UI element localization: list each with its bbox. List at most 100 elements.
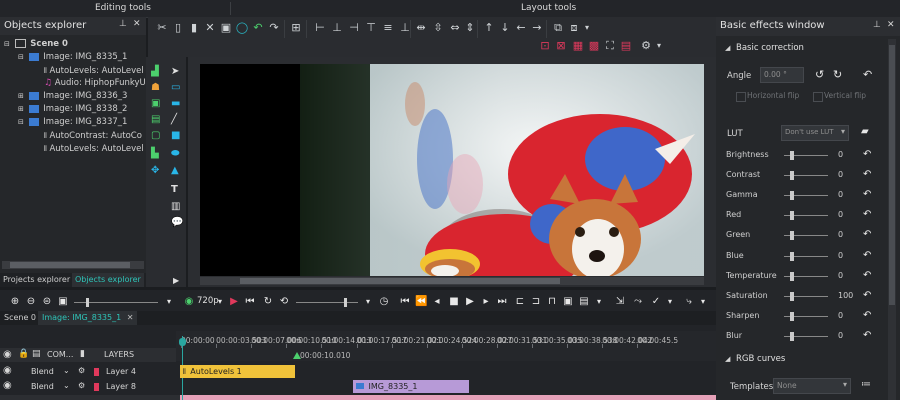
slider-row-saturation[interactable]: Saturation 100 ↶ (726, 290, 876, 304)
distribute-v-icon[interactable]: ⇳ (431, 21, 445, 35)
play-preview-icon[interactable]: ▶ (228, 296, 240, 308)
slider-value[interactable]: 0 (838, 311, 843, 320)
slider-row-brightness[interactable]: Brightness 0 ↶ (726, 149, 876, 163)
layer-settings-icon[interactable]: ⚙ (78, 381, 85, 390)
tree-item-effect[interactable]: 𝍪 AutoLevels: AutoLevel (44, 142, 144, 155)
templates-select[interactable]: None ▾ (773, 378, 851, 394)
folder-icon[interactable]: ▰ (861, 126, 869, 137)
section-collapse-icon[interactable]: ◢ (725, 44, 730, 52)
tree-item-scene[interactable]: ⊟ Scene 0 (4, 38, 68, 51)
check-icon[interactable]: ✓ (650, 296, 662, 308)
collapse-icon[interactable]: ⊞ (18, 105, 24, 113)
collapse-icon[interactable]: ⊞ (18, 92, 24, 100)
overlay-icon[interactable]: ▤ (619, 39, 633, 53)
slider-value[interactable]: 0 (838, 210, 843, 219)
slider-knob[interactable] (790, 151, 794, 160)
slider-value[interactable]: 0 (838, 170, 843, 179)
video-canvas[interactable] (200, 64, 704, 276)
slider-row-red[interactable]: Red 0 ↶ (726, 209, 876, 223)
slider-value[interactable]: 0 (838, 251, 843, 260)
subtitle-tool-icon[interactable]: ▥ (171, 201, 180, 212)
blend-mode-label[interactable]: Blend (31, 367, 54, 376)
redo-icon[interactable]: ↷ (267, 21, 281, 35)
tree-item-effect[interactable]: 𝍪 AutoLevels: AutoLevel (44, 64, 144, 77)
effects-vscrollbar[interactable] (888, 39, 896, 400)
visibility-eye-icon[interactable]: ◉ (3, 380, 12, 391)
slider-value[interactable]: 0 (838, 271, 843, 280)
slider-knob[interactable] (790, 231, 794, 241)
slider-value[interactable]: 100 (838, 291, 853, 300)
safe-area-icon[interactable]: ⊠ (554, 39, 568, 53)
pointer-icon[interactable]: ➤ (171, 66, 179, 77)
guides-icon[interactable]: ▩ (587, 39, 601, 53)
angle-input[interactable]: 0.00 ° (760, 67, 804, 83)
scrollbar-thumb[interactable] (10, 262, 130, 268)
go-start-icon[interactable]: ⏮ (399, 296, 411, 308)
copy-icon[interactable]: ▯ (171, 21, 185, 35)
snapshot-icon[interactable]: ▤ (578, 296, 590, 308)
lut-select[interactable]: Don't use LUT ▾ (781, 125, 849, 141)
slider-knob[interactable] (790, 211, 794, 221)
prev-frame-icon[interactable]: ⏪ (415, 296, 427, 308)
settings-dropdown-icon[interactable]: ▾ (652, 39, 666, 53)
more-dropdown-icon[interactable]: ▾ (580, 21, 594, 35)
layer-row[interactable]: ◉ Blend ⌄ ⚙ Layer 4 (0, 365, 176, 379)
visibility-eye-icon[interactable]: ◉ (3, 349, 12, 360)
reset-icon[interactable]: ↶ (863, 330, 871, 341)
slider-row-green[interactable]: Green 0 ↶ (726, 229, 876, 243)
reset-icon[interactable]: ↶ (863, 290, 871, 301)
close-icon[interactable]: ✕ (887, 20, 895, 30)
line-tool-icon[interactable]: ╱ (171, 114, 177, 125)
tree-item-image[interactable]: ⊟ Image: IMG_8337_1 (18, 116, 127, 129)
mark-in-icon[interactable]: ⊏ (514, 296, 526, 308)
extra-dropdown-icon[interactable]: ▾ (697, 296, 709, 308)
slider-dropdown-icon[interactable]: ▾ (163, 296, 175, 308)
slider-row-contrast[interactable]: Contrast 0 ↶ (726, 169, 876, 183)
ungroup-icon[interactable]: ⧈ (567, 21, 581, 35)
tree-item-image[interactable]: ⊞ Image: IMG_8336_3 (18, 90, 127, 103)
move-up-icon[interactable]: ↑ (482, 21, 496, 35)
crop-icon[interactable]: ▣ (219, 21, 233, 35)
zoom-slider-knob[interactable] (86, 298, 89, 307)
reset-icon[interactable]: ↶ (863, 209, 871, 220)
slider-knob[interactable] (790, 171, 794, 181)
split-icon[interactable]: ⊓ (546, 296, 558, 308)
text-box-icon[interactable]: ▬ (171, 98, 180, 109)
reset-angle-icon[interactable]: ↶ (863, 68, 872, 81)
align-top-icon[interactable]: ⊤ (364, 21, 378, 35)
resize-icon[interactable]: ⇕ (463, 21, 477, 35)
distribute-h-icon[interactable]: ⇹ (414, 21, 428, 35)
layers-stack-icon[interactable]: ▤ (32, 349, 41, 359)
repeat-icon[interactable]: ⟲ (278, 296, 290, 308)
move-left-icon[interactable]: ← (514, 21, 528, 35)
rect-tool-icon[interactable]: ▭ (171, 82, 180, 93)
reset-icon[interactable]: ↶ (863, 149, 871, 160)
reset-icon[interactable]: ↶ (863, 189, 871, 200)
blend-dropdown-icon[interactable]: ⌄ (63, 381, 70, 390)
film-icon[interactable]: ▤ (151, 114, 160, 125)
align-left-icon[interactable]: ⊢ (313, 21, 327, 35)
image-tool-icon[interactable]: ▣ (151, 98, 160, 109)
chart-tool-icon[interactable]: ▙ (151, 148, 159, 159)
settings-gear-icon[interactable]: ⚙ (639, 39, 653, 53)
horizontal-flip-label[interactable]: Horizontal flip (747, 91, 799, 100)
tab-image-clip[interactable]: Image: IMG_8335_1 ✕ (38, 311, 138, 325)
reset-icon[interactable]: ↶ (863, 250, 871, 261)
tree-item-audio[interactable]: ♫ Audio: HiphopFunkyU (44, 77, 146, 90)
visibility-eye-icon[interactable]: ◉ (3, 365, 12, 376)
step-back-icon[interactable]: ◂ (431, 296, 443, 308)
basic-correction-label[interactable]: Basic correction (736, 43, 804, 53)
clip-image[interactable]: IMG_8335_1 (353, 380, 469, 393)
layer-settings-icon[interactable]: ⚙ (78, 366, 85, 375)
fullscreen-icon[interactable]: ⛶ (603, 39, 617, 53)
volume-slider-knob[interactable] (344, 298, 347, 307)
stop-icon[interactable]: ■ (448, 296, 460, 308)
layer-row[interactable]: ◉ Blend ⌄ ⚙ Layer 8 (0, 380, 176, 394)
tab-objects-explorer[interactable]: Objects explorer (72, 273, 144, 287)
scrollbar-thumb[interactable] (240, 278, 560, 284)
align-center-icon[interactable]: ⊥ (330, 21, 344, 35)
slider-row-blue[interactable]: Blue 0 ↶ (726, 250, 876, 264)
ripple-icon[interactable]: ⤳ (632, 296, 644, 308)
ellipse-tool-icon[interactable]: ⬬ (171, 148, 180, 159)
clock-icon[interactable]: ◷ (378, 296, 390, 308)
